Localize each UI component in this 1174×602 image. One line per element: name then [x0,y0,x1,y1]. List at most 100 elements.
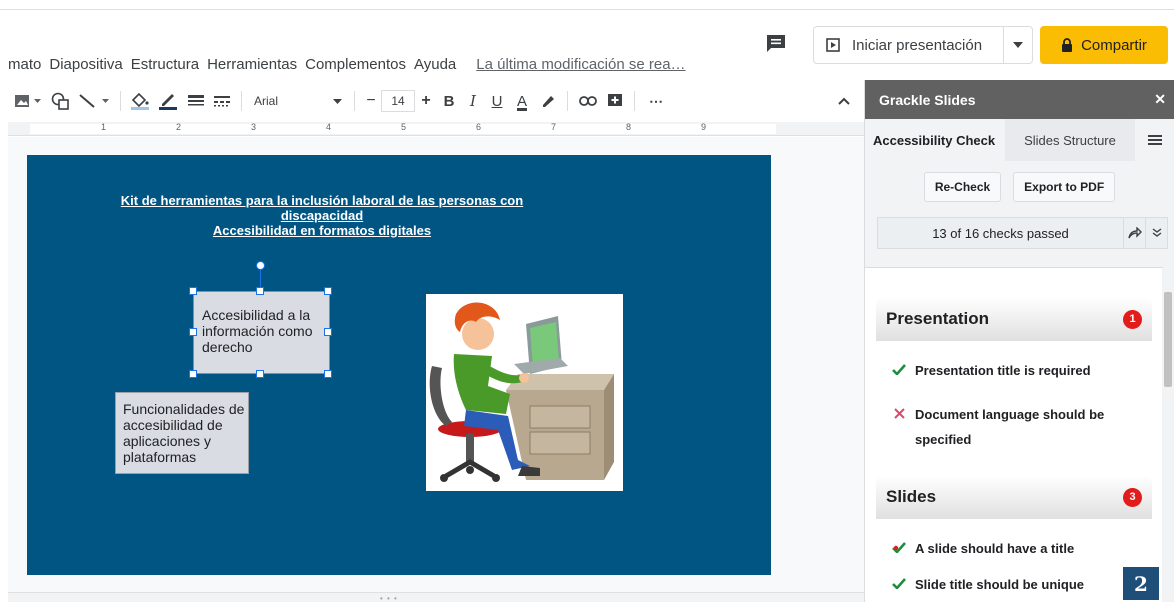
highlighter-icon [543,96,554,107]
ruler-number: 4 [326,122,332,132]
hamburger-icon [1147,135,1162,145]
expand-all-icon[interactable] [1145,218,1167,248]
checks-summary-bar: 13 of 16 checks passed [877,217,1168,249]
fill-color-button[interactable] [127,89,153,113]
check-item[interactable]: Presentation title is required [883,358,1153,383]
rotation-handle[interactable] [256,261,265,270]
resize-handle[interactable] [256,370,264,378]
share-label: Compartir [1081,36,1147,54]
app-window: mato Diapositiva Estructura Herramientas… [0,0,1174,602]
section-title: Presentation [886,309,989,328]
slide[interactable]: Kit de herramientas para la inclusión la… [27,155,771,575]
text-color-button[interactable]: A [509,89,535,113]
resize-handle[interactable] [189,370,197,378]
menu-item-help[interactable]: Ayuda [414,56,456,73]
insert-comment-button[interactable] [602,89,628,113]
toolbar-separator [634,91,635,111]
chevron-up-icon [838,97,850,105]
check-text: A slide should have a title [915,541,1075,556]
font-size-input[interactable]: 14 [381,90,415,112]
issue-count-badge: 3 [1123,487,1142,507]
sidebar-tabs: Accessibility Check Slides Structure [865,119,1174,161]
border-color-button[interactable] [153,89,183,113]
issue-count-badge: 1 [1123,309,1142,329]
resize-handle[interactable] [324,287,332,295]
font-name: Arial [254,94,279,108]
sidebar-title: Grackle Slides [879,91,976,108]
border-weight-icon [188,95,204,106]
comment-icon[interactable] [766,34,786,52]
ruler-number: 6 [476,122,482,132]
border-dash-button[interactable] [209,89,235,113]
image-icon [15,95,41,107]
bold-button[interactable]: B [437,89,461,113]
tab-accessibility-check[interactable]: Accessibility Check [865,119,1005,161]
ruler-number: 8 [626,122,632,132]
link-button[interactable] [574,89,602,113]
slide-title-line-1: Kit de herramientas para la inclusión la… [120,193,524,223]
resize-handle[interactable] [256,287,264,295]
resize-handle[interactable] [189,328,197,336]
last-edit-link[interactable]: La última modificación se rea… [476,56,685,73]
menu-item-slide[interactable]: Diapositiva [49,56,122,73]
tab-slides-structure[interactable]: Slides Structure [1005,119,1135,161]
slide-title[interactable]: Kit de herramientas para la inclusión la… [97,193,547,238]
hamburger-menu-button[interactable] [1135,119,1174,161]
shape-icon [51,92,69,110]
shape-button[interactable] [48,89,74,113]
cross-icon [893,408,905,419]
underline-button[interactable]: U [485,89,509,113]
present-dropdown[interactable] [1004,42,1032,48]
recheck-button[interactable]: Re-Check [923,172,1002,202]
increase-font-button[interactable]: + [415,89,437,113]
check-icon [892,578,906,589]
horizontal-ruler[interactable]: 1 2 3 4 5 6 7 8 9 [8,122,864,136]
close-icon[interactable]: ✕ [1154,91,1166,108]
checks-summary: 13 of 16 checks passed [932,225,1069,241]
scrollbar-thumb[interactable] [1164,292,1172,387]
line-icon [79,94,109,108]
section-presentation[interactable]: Presentation 1 [876,297,1152,341]
menu-bar: mato Diapositiva Estructura Herramientas… [8,54,694,74]
share-icon[interactable] [1123,218,1145,248]
toolbar: Arial − 14 + B I U A ⋯ [0,88,864,114]
check-text: Presentation title is required [915,363,1091,378]
checks-list: Presentation 1 Presentation title is req… [865,267,1163,602]
toolbar-separator [241,91,242,111]
section-slides[interactable]: Slides 3 [876,475,1152,519]
collapse-toolbar-button[interactable] [834,89,854,113]
computer-user-illustration[interactable] [426,294,623,491]
highlight-button[interactable] [535,89,561,113]
present-label: Iniciar presentación [852,36,983,54]
export-pdf-button[interactable]: Export to PDF [1013,172,1116,202]
present-button[interactable]: Iniciar presentación [813,26,1033,64]
font-select[interactable]: Arial [248,89,348,113]
drag-handle-icon[interactable]: • • • [380,594,398,602]
image-insert-button[interactable] [8,89,48,113]
link-icon [579,96,597,106]
page-badge: 2 [1123,567,1159,600]
more-button[interactable]: ⋯ [641,89,671,113]
italic-button[interactable]: I [461,89,485,113]
check-item[interactable]: A slide should have a title [883,536,1153,561]
menu-item-addons[interactable]: Complementos [305,56,406,73]
ruler-number: 7 [551,122,557,132]
check-item[interactable]: Slide title should be unique [883,572,1153,597]
resize-handle[interactable] [324,370,332,378]
text-box[interactable]: Funcionalidades de accesibilidad de apli… [115,392,249,474]
text-box-selected[interactable]: Accesibilidad a la información como dere… [193,291,330,374]
menu-item-tools[interactable]: Herramientas [207,56,297,73]
border-dash-icon [214,96,230,107]
speaker-notes-divider[interactable] [8,592,864,602]
decrease-font-button[interactable]: − [361,89,381,113]
paint-bucket-icon [131,92,149,110]
present-icon [826,38,840,52]
resize-handle[interactable] [324,328,332,336]
check-item[interactable]: Document language should be specified [883,402,1153,452]
share-button[interactable]: Compartir [1040,26,1168,64]
border-weight-button[interactable] [183,89,209,113]
line-button[interactable] [74,89,114,113]
menu-item-arrange[interactable]: Estructura [131,56,199,73]
resize-handle[interactable] [189,287,197,295]
menu-item-format[interactable]: mato [8,56,41,73]
